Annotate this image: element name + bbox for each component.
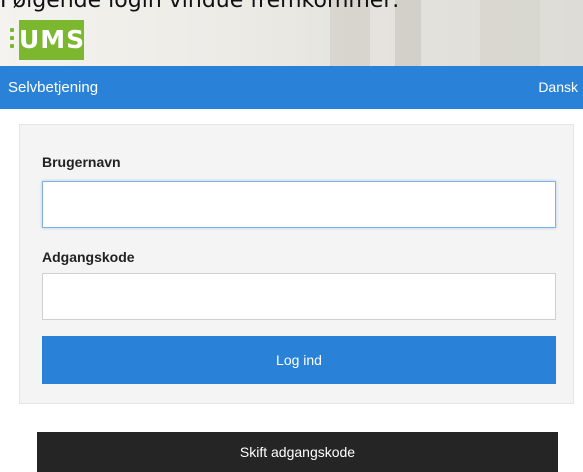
document-caption: Følgende login vindue fremkommer:	[0, 0, 400, 13]
password-input[interactable]	[42, 273, 556, 320]
change-password-button[interactable]: Skift adgangskode	[37, 432, 558, 472]
username-label: Brugernavn	[42, 154, 121, 170]
login-button[interactable]: Log ind	[42, 336, 556, 384]
language-selector[interactable]: Dansk	[538, 66, 578, 109]
username-input[interactable]	[42, 181, 556, 228]
logo-dots-icon	[10, 28, 14, 50]
login-panel: Brugernavn Adgangskode Log ind	[19, 124, 574, 404]
password-label: Adgangskode	[42, 249, 135, 265]
ums-logo: UMS	[19, 20, 84, 60]
top-navbar: Selvbetjening Dansk	[0, 66, 583, 109]
nav-title[interactable]: Selvbetjening	[8, 66, 98, 109]
